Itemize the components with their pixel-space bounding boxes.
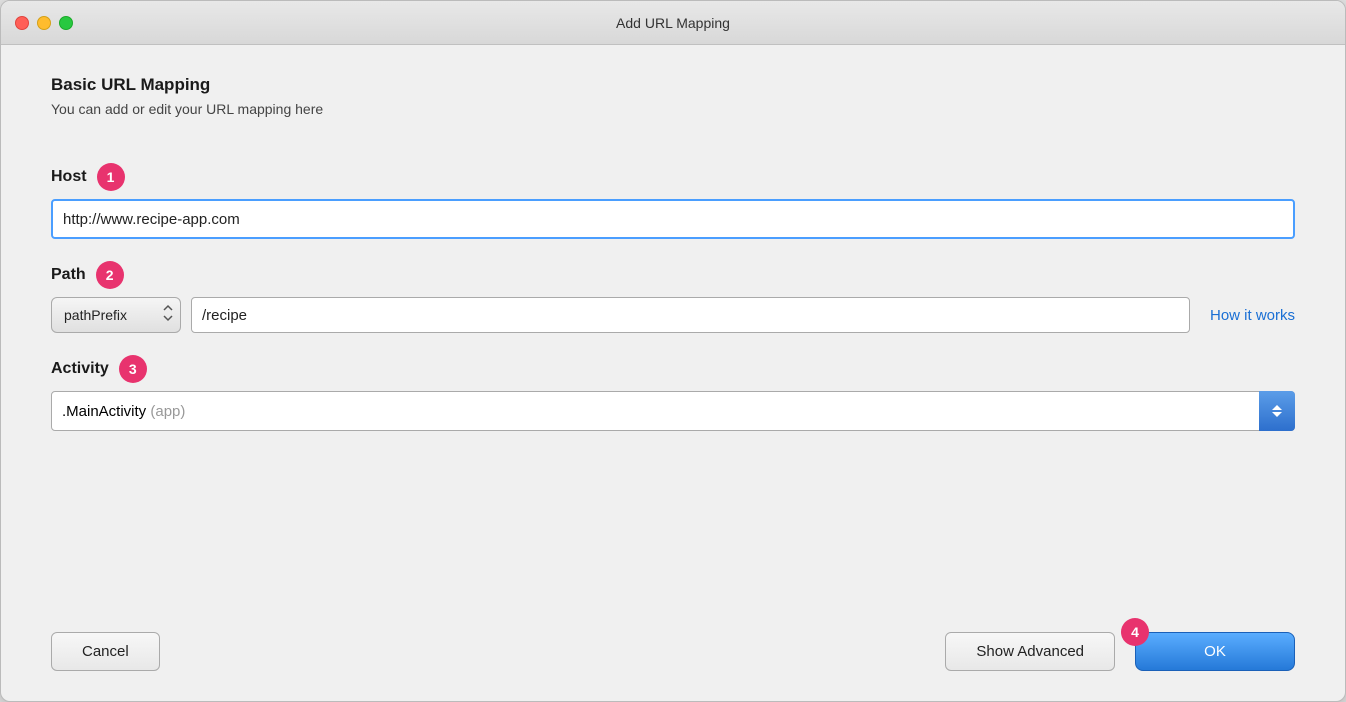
path-label: Path [51,266,86,284]
path-row: pathPrefix pathPattern pathLiteral How i… [51,297,1295,333]
section-header: Basic URL Mapping You can add or edit yo… [51,75,1295,141]
dialog-content: Basic URL Mapping You can add or edit yo… [1,45,1345,612]
host-field-group: Host 1 [51,163,1295,239]
host-label-row: Host 1 [51,163,1295,191]
host-label: Host [51,168,87,186]
cancel-button[interactable]: Cancel [51,632,160,671]
activity-display[interactable]: .MainActivity (app) [51,391,1295,431]
title-bar: Add URL Mapping [1,1,1345,45]
main-window: Add URL Mapping Basic URL Mapping You ca… [0,0,1346,702]
path-input[interactable] [191,297,1190,333]
activity-value: .MainActivity [62,403,146,420]
window-controls [15,16,73,30]
window-title: Add URL Mapping [616,15,730,31]
path-label-row: Path 2 [51,261,1295,289]
host-input[interactable] [51,199,1295,239]
path-type-select[interactable]: pathPrefix pathPattern pathLiteral [51,297,181,333]
path-step-badge: 2 [96,261,124,289]
activity-select-wrapper: .MainActivity (app) [51,391,1295,431]
activity-label: Activity [51,360,109,378]
dialog-footer: Cancel Show Advanced 4 OK [1,612,1345,701]
section-subtitle: You can add or edit your URL mapping her… [51,101,1295,117]
activity-field-group: Activity 3 .MainActivity (app) [51,355,1295,431]
ok-step-badge: 4 [1121,618,1149,646]
ok-button[interactable]: OK [1135,632,1295,671]
close-button[interactable] [15,16,29,30]
ok-button-wrapper: 4 OK [1135,632,1295,671]
show-advanced-button[interactable]: Show Advanced [945,632,1115,671]
footer-right: Show Advanced 4 OK [945,632,1295,671]
path-type-wrapper: pathPrefix pathPattern pathLiteral [51,297,181,333]
activity-qualifier: (app) [150,403,185,420]
activity-label-row: Activity 3 [51,355,1295,383]
host-step-badge: 1 [97,163,125,191]
path-field-group: Path 2 pathPrefix pathPattern pathLitera… [51,261,1295,333]
how-it-works-link[interactable]: How it works [1210,307,1295,324]
maximize-button[interactable] [59,16,73,30]
minimize-button[interactable] [37,16,51,30]
section-title: Basic URL Mapping [51,75,1295,95]
activity-step-badge: 3 [119,355,147,383]
